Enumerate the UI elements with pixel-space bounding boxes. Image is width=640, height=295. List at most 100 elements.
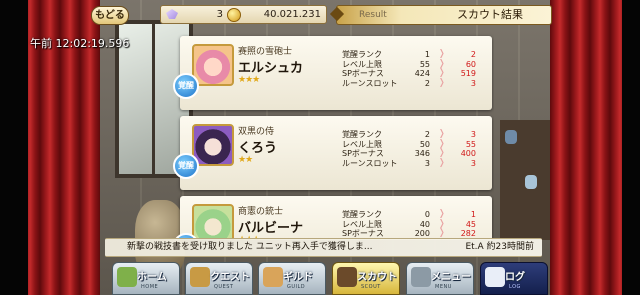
nav-menu[interactable]: メニュー MENU	[406, 262, 474, 295]
stat-new-value: 3	[470, 78, 476, 88]
stat-old-value: 50	[419, 139, 430, 149]
unit-card[interactable]: 覚醒商憲の銃士バルビーナ★★★覚醒ランク0❭1レベル上限40❭45SPボーナス2…	[173, 196, 492, 240]
stat-row: レベル上限 40 ❭ 45	[342, 219, 488, 230]
home-icon	[117, 267, 137, 287]
chevron-right-icon: ❭	[438, 77, 446, 88]
nav-label: クエスト	[210, 272, 250, 283]
stat-old-value: 1	[424, 50, 430, 59]
nav-scout[interactable]: スカウト SCOUT	[332, 262, 400, 295]
stat-label: レベル上限	[342, 59, 382, 69]
stat-old-value: 424	[414, 69, 430, 78]
unit-portrait[interactable]	[192, 44, 234, 86]
right-screen-edge	[622, 0, 640, 295]
bottom-nav: ホーム HOME クエスト QUEST ギルド GUILD スカウト SCOUT メニュー MEN…	[112, 262, 548, 295]
stat-old-value: 2	[424, 130, 430, 139]
unit-title: 商憲の銃士	[238, 207, 284, 217]
nav-sublabel: MENU	[435, 284, 452, 290]
gold-count: 40.021.231	[263, 9, 321, 20]
clock-overlay: 午前 12:02:19.596	[30, 37, 130, 50]
unit-title: 双黒の侍	[238, 127, 275, 137]
stat-label: レベル上限	[342, 219, 382, 229]
crystal-icon	[166, 9, 178, 19]
result-header: Result スカウト結果	[329, 5, 552, 25]
stat-label: SPボーナス	[342, 69, 384, 78]
stat-new-value: 2	[470, 50, 476, 59]
scout-icon	[337, 267, 357, 287]
awakening-badge: 覚醒	[173, 73, 199, 99]
stat-old-value: 0	[424, 210, 430, 219]
stat-row: SPボーナス 424 ❭ 519	[342, 68, 488, 79]
nav-label: メニュー	[431, 272, 471, 283]
stat-old-value: 3	[424, 158, 430, 168]
crystal-count: 3	[216, 9, 223, 20]
unit-portrait[interactable]	[192, 204, 234, 240]
gear-icon	[411, 267, 431, 287]
stat-label: ルーンスロット	[342, 158, 398, 168]
left-screen-edge	[0, 0, 28, 295]
stat-row: 覚醒ランク 1 ❭ 2	[342, 49, 488, 60]
stat-new-value: 1	[470, 210, 476, 219]
stat-table: 覚醒ランク0❭1レベル上限40❭45SPボーナス200❭282ルーンスロット2❭…	[342, 209, 488, 240]
nav-home[interactable]: ホーム HOME	[112, 262, 180, 295]
scout-result-list[interactable]: 覚醒 赛照の雪砲士エルシュカ ★★★ 覚醒ランク 1 ❭ 2 レベル上限 55 ❭ 60 SPボーナス…	[172, 30, 494, 240]
unit-name: バルビーナ	[238, 221, 304, 236]
nav-sublabel: SCOUT	[361, 284, 381, 290]
unit-title: 赛照の雪砲士	[238, 47, 293, 57]
stat-new-value: 3	[470, 130, 476, 139]
stat-label: ルーンスロット	[342, 78, 398, 88]
star-rating: ★★★	[238, 75, 260, 85]
nav-label: ホーム	[137, 272, 167, 283]
stat-label: 覚醒ランク	[342, 210, 382, 219]
unit-portrait[interactable]	[192, 124, 234, 166]
nav-log[interactable]: ログ LOG	[480, 262, 548, 295]
stat-row: 覚醒ランク 0 ❭ 1	[342, 209, 488, 220]
nav-label: スカウト	[357, 272, 397, 283]
stat-old-value: 55	[419, 59, 430, 69]
stat-row: ルーンスロット 2 ❭ 3	[342, 77, 488, 89]
unit-name: エルシュカ	[238, 61, 304, 76]
awakening-badge: 覚醒	[173, 153, 199, 179]
guild-icon	[263, 267, 283, 287]
stat-new-value: 45	[465, 219, 476, 229]
nav-label: ギルド	[283, 272, 313, 283]
stat-new-value: 60	[465, 59, 476, 69]
stat-row: レベル上限 55 ❭ 60	[342, 59, 488, 70]
stat-new-value: 55	[465, 139, 476, 149]
result-title: スカウト結果	[457, 8, 523, 21]
result-label: Result	[359, 10, 387, 20]
nav-sublabel: LOG	[509, 284, 521, 290]
coin-icon	[227, 8, 241, 22]
stat-label: 覚醒ランク	[342, 50, 382, 59]
background-bottle	[525, 175, 537, 189]
background-bottle	[505, 130, 517, 144]
quest-icon	[190, 267, 210, 287]
chevron-right-icon: ❭	[438, 157, 446, 168]
stat-row: レベル上限 50 ❭ 55	[342, 139, 488, 150]
stat-new-value: 519	[460, 69, 476, 78]
stat-label: SPボーナス	[342, 149, 384, 158]
currency-bar: 3 40.021.231	[160, 5, 327, 24]
stat-new-value: 400	[460, 149, 476, 158]
back-button[interactable]: もどる	[91, 6, 129, 25]
notification-bar[interactable]: 新撃の戦技書を受け取りました ユニット再入手で獲得しま... Et.A 約23時…	[105, 238, 542, 257]
stat-label: 覚醒ランク	[342, 130, 382, 139]
nav-sublabel: HOME	[141, 284, 159, 290]
speech-bubble-icon	[485, 267, 505, 287]
stat-old-value: 40	[419, 219, 430, 229]
stat-table: 覚醒ランク 1 ❭ 2 レベル上限 55 ❭ 60 SPボーナス 424 ❭ 519 ルーンスロット 2 ❭…	[342, 49, 488, 89]
nav-sublabel: GUILD	[287, 284, 306, 290]
nav-label: ログ	[505, 272, 525, 283]
stat-row: ルーンスロット 3 ❭ 3	[342, 157, 488, 169]
star-rating: ★★	[238, 155, 253, 165]
nav-quest[interactable]: クエスト QUEST	[185, 262, 253, 295]
stat-row: 覚醒ランク 2 ❭ 3	[342, 129, 488, 140]
unit-name: くろう	[238, 141, 278, 156]
unit-card[interactable]: 覚醒 赛照の雪砲士 エルシュカ ★★★ 覚醒ランク 1 ❭ 2 レベル上限 55 ❭ 60 SPボーナス…	[173, 36, 492, 110]
stat-old-value: 346	[414, 149, 430, 158]
stat-old-value: 2	[424, 78, 430, 88]
stat-new-value: 3	[470, 158, 476, 168]
nav-guild[interactable]: ギルド GUILD	[258, 262, 326, 295]
stat-row: SPボーナス 346 ❭ 400	[342, 148, 488, 159]
notification-time: Et.A 約23時間前	[465, 242, 534, 252]
unit-card[interactable]: 覚醒 双黒の侍 くろう ★★ 覚醒ランク 2 ❭ 3 レベル上限 50 ❭ 55 SPボーナス 346 ❭ 4…	[173, 116, 492, 190]
